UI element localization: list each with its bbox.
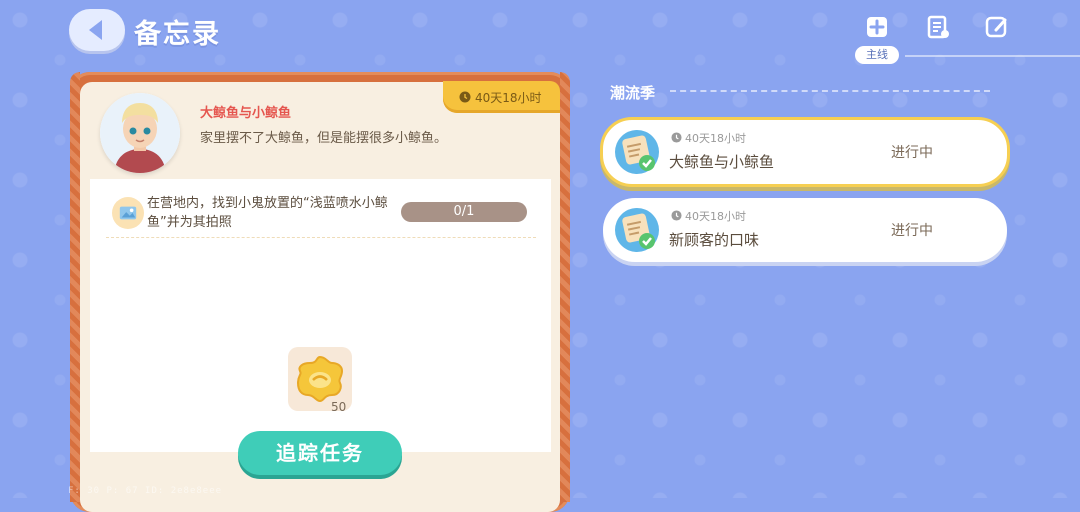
- clock-icon: [671, 132, 682, 143]
- task-name: 大鲸鱼与小鲸鱼: [200, 106, 292, 121]
- progress-badge: 0/1: [401, 202, 527, 222]
- season-divider: [670, 90, 990, 92]
- main-quest-icon[interactable]: [864, 14, 890, 40]
- edit-note-icon[interactable]: [984, 14, 1010, 40]
- reward-count: 50: [331, 400, 347, 414]
- objective-divider: [106, 237, 536, 238]
- quest-timer-text: 40天18小时: [685, 210, 746, 223]
- quest-status: 进行中: [891, 145, 933, 161]
- avatar: [100, 93, 180, 173]
- quest-timer: 40天18小时: [671, 130, 746, 146]
- photo-icon: [112, 197, 144, 229]
- track-task-button[interactable]: 追踪任务: [238, 431, 402, 475]
- quest-name: 新顾客的口味: [669, 231, 760, 249]
- quest-status: 进行中: [891, 223, 933, 239]
- tab-main-label[interactable]: 主线: [855, 46, 899, 64]
- back-button[interactable]: [69, 9, 125, 51]
- task-description: 家里摆不了大鲸鱼，但是能摆很多小鲸鱼。: [200, 131, 448, 146]
- debug-info: F: 30 P: 67 ID: 2e8e8eee: [68, 486, 223, 496]
- back-arrow-icon: [88, 20, 102, 40]
- timer-text: 40天18小时: [475, 91, 542, 105]
- header-divider: [905, 55, 1080, 57]
- quest-scroll-icon: [615, 130, 659, 174]
- clock-icon: [459, 91, 471, 103]
- quest-timer: 40天18小时: [671, 208, 746, 224]
- quest-card[interactable]: 40天18小时 新顾客的口味 进行中: [603, 198, 1007, 262]
- quest-card[interactable]: 40天18小时 大鲸鱼与小鲸鱼 进行中: [600, 117, 1010, 187]
- panel-border-right: [560, 72, 570, 502]
- clock-icon: [671, 210, 682, 221]
- quest-timer-text: 40天18小时: [685, 132, 746, 145]
- quest-scroll-icon: [615, 208, 659, 252]
- season-label: 潮流季: [610, 84, 656, 102]
- quest-name: 大鲸鱼与小鲸鱼: [669, 153, 775, 171]
- panel-border-left: [70, 72, 80, 502]
- checklist-icon[interactable]: [925, 14, 951, 40]
- page-title: 备忘录: [134, 19, 221, 50]
- timer-tab: 40天18小时: [443, 81, 560, 113]
- objective-text: 在营地内，找到小鬼放置的“浅蓝喷水小鲸鱼”并为其拍照: [147, 196, 388, 230]
